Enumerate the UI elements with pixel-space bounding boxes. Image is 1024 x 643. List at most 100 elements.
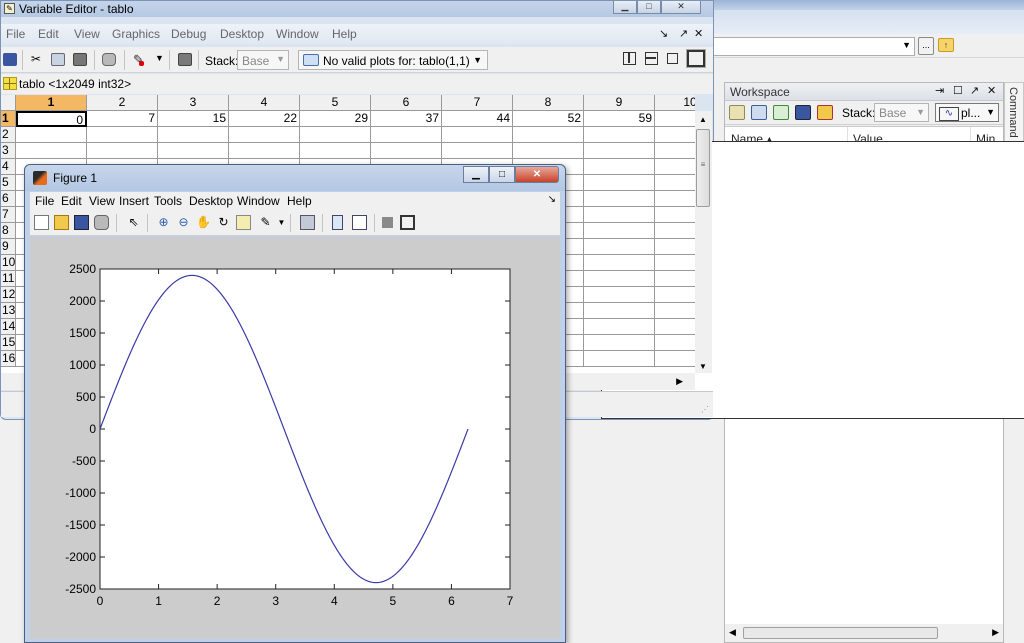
chevron-down-icon[interactable]: ▼	[274, 215, 289, 230]
menu-edit[interactable]: Edit	[61, 194, 82, 208]
maximize-button[interactable]: □	[637, 1, 661, 14]
menu-tools[interactable]: Tools	[154, 194, 182, 208]
stack-select[interactable]: Base ▼	[874, 103, 929, 122]
link-plot-icon[interactable]	[300, 215, 315, 230]
column-header[interactable]: 8	[513, 95, 584, 111]
row-header[interactable]: 11	[1, 271, 16, 287]
row-header[interactable]: 14	[1, 319, 16, 335]
grid-cell[interactable]	[16, 143, 87, 159]
grid-cell[interactable]	[584, 207, 655, 223]
maximize-panel-icon[interactable]: ☐	[953, 84, 963, 97]
grid-corner[interactable]	[1, 95, 16, 111]
close-icon[interactable]: ✕	[694, 27, 703, 40]
current-folder-input[interactable]: ▼	[712, 37, 915, 56]
float-icon[interactable]	[667, 53, 678, 64]
row-header[interactable]: 13	[1, 303, 16, 319]
hide-plot-tools-icon[interactable]	[382, 217, 393, 228]
undock-icon[interactable]: ↗	[970, 84, 979, 97]
print-icon[interactable]	[94, 215, 109, 230]
grid-cell[interactable]	[87, 143, 158, 159]
grid-cell[interactable]	[584, 143, 655, 159]
close-button[interactable]: ✕	[661, 1, 701, 14]
insert-legend-icon[interactable]	[352, 215, 367, 230]
grid-cell[interactable]: 29	[300, 111, 371, 127]
dock-icon[interactable]: ↘	[548, 194, 556, 205]
row-header[interactable]: 9	[1, 239, 16, 255]
up-folder-icon[interactable]: ↑	[938, 38, 954, 52]
save-icon[interactable]	[74, 215, 89, 230]
row-header[interactable]: 12	[1, 287, 16, 303]
grid-cell[interactable]: 0	[16, 111, 87, 127]
grid-cell[interactable]	[655, 335, 695, 351]
column-header[interactable]: 3	[158, 95, 229, 111]
grid-cell[interactable]	[655, 143, 695, 159]
menu-edit[interactable]: Edit	[38, 27, 59, 41]
open-variable-icon[interactable]	[751, 105, 767, 120]
grid-cell[interactable]	[584, 127, 655, 143]
horizontal-scrollbar[interactable]: ◀ ▶	[725, 624, 1003, 642]
column-header[interactable]: 5	[300, 95, 371, 111]
row-header[interactable]: 2	[1, 127, 16, 143]
scroll-up-icon[interactable]: ▲	[699, 115, 707, 124]
menu-help[interactable]: Help	[332, 27, 357, 41]
menu-view[interactable]: View	[89, 194, 115, 208]
row-header[interactable]: 3	[1, 143, 16, 159]
grid-cell[interactable]	[584, 223, 655, 239]
column-header[interactable]: 4	[229, 95, 300, 111]
close-icon[interactable]: ✕	[987, 84, 996, 97]
show-plot-tools-icon[interactable]	[400, 215, 415, 230]
tile-rows-icon[interactable]	[645, 52, 658, 65]
grid-cell[interactable]: 52	[513, 111, 584, 127]
grid-cell[interactable]	[584, 287, 655, 303]
menu-graphics[interactable]: Graphics	[112, 27, 160, 41]
column-header[interactable]: 7	[442, 95, 513, 111]
grid-cell[interactable]	[16, 127, 87, 143]
row-header[interactable]: 8	[1, 223, 16, 239]
column-header[interactable]: 6	[371, 95, 442, 111]
menu-view[interactable]: View	[74, 27, 100, 41]
chevron-down-icon[interactable]: ▼	[902, 40, 911, 50]
row-header[interactable]: 4	[1, 159, 16, 175]
minimize-panel-icon[interactable]: ⇥	[935, 84, 944, 97]
tile-columns-icon[interactable]	[623, 52, 636, 65]
grid-cell[interactable]: 44	[442, 111, 513, 127]
menu-desktop[interactable]: Desktop	[189, 194, 233, 208]
grid-cell[interactable]: 15	[158, 111, 229, 127]
grid-cell[interactable]	[371, 127, 442, 143]
grid-cell[interactable]	[655, 111, 695, 127]
grid-cell[interactable]	[584, 175, 655, 191]
resize-grip-icon[interactable]: ⋰	[701, 405, 709, 414]
grid-cell[interactable]	[655, 207, 695, 223]
dock-icon[interactable]: ↘	[659, 27, 668, 40]
scroll-right-icon[interactable]: ▶	[992, 627, 999, 638]
vertical-scrollbar[interactable]: ▲ ≡ ▼	[695, 111, 712, 373]
row-header[interactable]: 16	[1, 351, 16, 367]
grid-cell[interactable]	[655, 303, 695, 319]
grid-cell[interactable]	[158, 127, 229, 143]
grid-cell[interactable]	[229, 127, 300, 143]
pointer-icon[interactable]: ⇖	[126, 215, 141, 230]
row-header[interactable]: 1	[1, 111, 16, 127]
grid-cell[interactable]	[584, 319, 655, 335]
minimize-button[interactable]: ▁	[463, 166, 489, 183]
grid-cell[interactable]	[442, 143, 513, 159]
close-button[interactable]: ✕	[515, 166, 559, 183]
save-workspace-icon[interactable]	[795, 105, 811, 120]
row-header[interactable]: 10	[1, 255, 16, 271]
grid-cell[interactable]	[584, 255, 655, 271]
grid-cell[interactable]	[584, 159, 655, 175]
variable-editor-title-bar[interactable]: ✎ Variable Editor - tablo ▁ □ ✕	[1, 1, 713, 17]
print-icon[interactable]	[102, 53, 116, 66]
grid-cell[interactable]	[655, 319, 695, 335]
grid-cell[interactable]	[87, 127, 158, 143]
scroll-left-icon[interactable]: ◀	[729, 627, 736, 638]
zoom-in-icon[interactable]: ⊕	[156, 215, 171, 230]
stack-select[interactable]: Base ▼	[237, 50, 289, 70]
grid-cell[interactable]	[229, 143, 300, 159]
open-file-icon[interactable]	[54, 215, 69, 230]
save-icon[interactable]	[3, 53, 17, 66]
column-header[interactable]: 9	[584, 95, 655, 111]
delete-variable-icon[interactable]	[817, 105, 833, 120]
grid-cell[interactable]	[584, 351, 655, 367]
menu-window[interactable]: Window	[237, 194, 280, 208]
